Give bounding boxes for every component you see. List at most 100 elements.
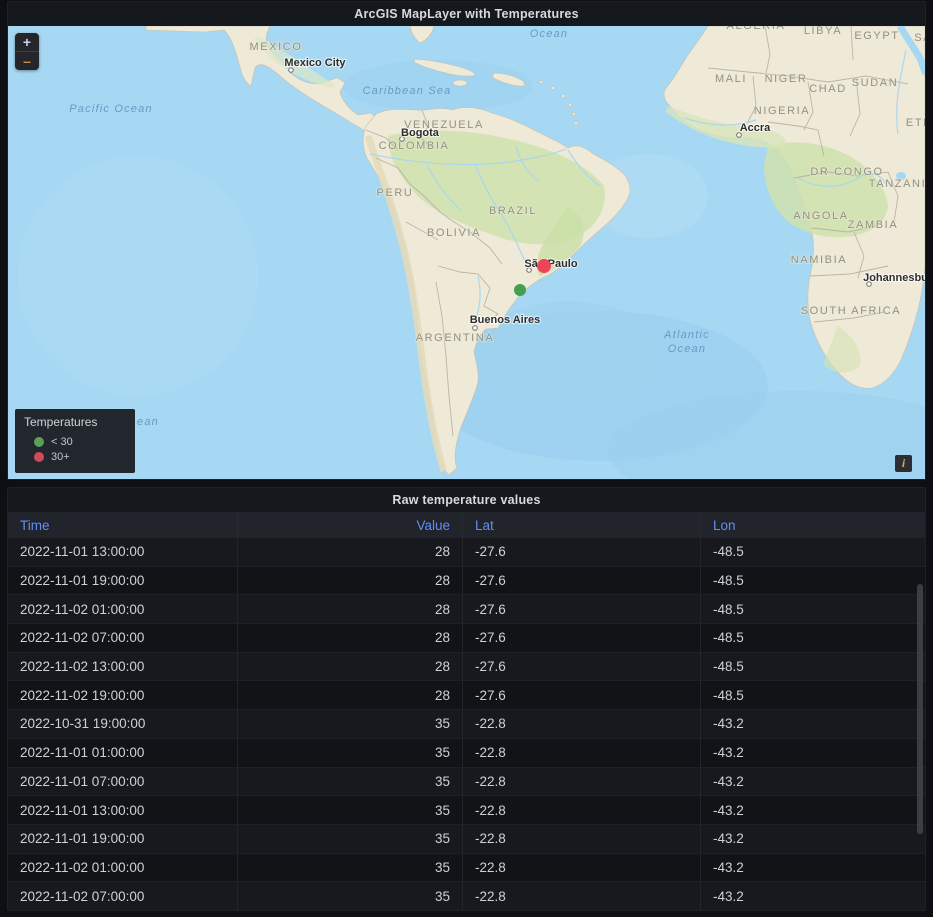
cell-lat: -22.8 (463, 796, 701, 824)
cell-time: 2022-10-31 19:00:00 (8, 710, 238, 738)
cell-value: 35 (238, 796, 463, 824)
water-label: Ocean (530, 28, 568, 40)
country-label: ZAMBIA (848, 219, 899, 231)
cell-time: 2022-11-01 19:00:00 (8, 825, 238, 853)
column-header-time[interactable]: Time (8, 512, 238, 538)
cell-time: 2022-11-01 13:00:00 (8, 538, 238, 566)
country-label: DR CONGO (810, 166, 883, 178)
map-attribution-info-button[interactable]: i (895, 455, 912, 472)
column-header-value[interactable]: Value (238, 512, 463, 538)
map-panel-title[interactable]: ArcGIS MapLayer with Temperatures (8, 2, 925, 26)
city-label: Accra (740, 122, 771, 134)
table-row: 2022-11-01 13:00:0028-27.6-48.5 (8, 538, 925, 567)
cell-time: 2022-11-02 07:00:00 (8, 882, 238, 910)
cell-lon: -43.2 (701, 768, 925, 796)
marker-below30-coast[interactable] (514, 284, 526, 296)
table-row: 2022-11-02 01:00:0028-27.6-48.5 (8, 595, 925, 624)
country-label: SAUDI (914, 32, 925, 44)
water-label: Pacific Ocean (69, 103, 152, 115)
zoom-in-button[interactable]: + (15, 33, 39, 51)
cell-lat: -22.8 (463, 854, 701, 882)
cell-lat: -27.6 (463, 567, 701, 595)
cell-lat: -27.6 (463, 595, 701, 623)
cell-lat: -27.6 (463, 681, 701, 709)
cell-value: 28 (238, 653, 463, 681)
table-row: 2022-11-01 01:00:0035-22.8-43.2 (8, 739, 925, 768)
cell-lat: -22.8 (463, 710, 701, 738)
cell-lon: -48.5 (701, 624, 925, 652)
table-row: 2022-11-01 13:00:0035-22.8-43.2 (8, 796, 925, 825)
cell-lon: -48.5 (701, 595, 925, 623)
column-header-lon[interactable]: Lon (701, 512, 925, 538)
country-label: ETHIOPIA (906, 117, 925, 129)
table-row: 2022-11-02 07:00:0028-27.6-48.5 (8, 624, 925, 653)
map-legend: Temperatures < 3030+ (15, 409, 135, 473)
country-label: MALI (715, 73, 747, 85)
cell-lon: -43.2 (701, 710, 925, 738)
country-label: ALGERIA (727, 26, 786, 32)
cell-time: 2022-11-01 13:00:00 (8, 796, 238, 824)
table-panel-title[interactable]: Raw temperature values (8, 488, 925, 512)
city-label: São Paulo (524, 258, 577, 270)
water-label: Ocean (668, 343, 706, 355)
cell-lon: -48.5 (701, 567, 925, 595)
cell-time: 2022-11-01 19:00:00 (8, 567, 238, 595)
country-label: SOUTH AFRICA (801, 305, 902, 317)
cell-time: 2022-11-02 07:00:00 (8, 624, 238, 652)
table-row: 2022-11-01 19:00:0028-27.6-48.5 (8, 567, 925, 596)
table-row: 2022-10-31 19:00:0035-22.8-43.2 (8, 710, 925, 739)
country-label: BOLIVIA (427, 227, 481, 239)
cell-lat: -22.8 (463, 882, 701, 910)
city-label: Bogota (401, 127, 440, 139)
cell-time: 2022-11-01 01:00:00 (8, 739, 238, 767)
table-scrollbar[interactable] (917, 584, 923, 834)
table-header-row: TimeValueLatLon (8, 512, 925, 538)
country-label: TANZANIA (869, 178, 925, 190)
cell-value: 35 (238, 825, 463, 853)
cell-lon: -43.2 (701, 882, 925, 910)
cell-value: 35 (238, 768, 463, 796)
cell-lon: -48.5 (701, 653, 925, 681)
country-label: MEXICO (250, 41, 303, 53)
cell-lon: -43.2 (701, 796, 925, 824)
cell-lat: -22.8 (463, 825, 701, 853)
cell-value: 35 (238, 739, 463, 767)
cell-time: 2022-11-02 13:00:00 (8, 653, 238, 681)
column-header-lat[interactable]: Lat (463, 512, 701, 538)
cell-value: 35 (238, 854, 463, 882)
cell-lat: -27.6 (463, 538, 701, 566)
legend-items: < 3030+ (24, 434, 126, 464)
country-label: PERU (377, 187, 414, 199)
cell-lon: -43.2 (701, 854, 925, 882)
cell-lon: -43.2 (701, 825, 925, 853)
water-label: Caribbean Sea (363, 85, 452, 97)
legend-title: Temperatures (24, 415, 126, 429)
legend-color-dot (34, 437, 44, 447)
zoom-out-button[interactable]: – (15, 52, 39, 70)
legend-color-dot (34, 452, 44, 462)
jamaica-island (453, 80, 467, 86)
cell-value: 35 (238, 882, 463, 910)
country-label: BRAZIL (489, 205, 537, 217)
world-map: MEXICOVENEZUELACOLOMBIAPERUBRAZILBOLIVIA… (8, 26, 925, 479)
cell-lon: -48.5 (701, 681, 925, 709)
cell-value: 28 (238, 538, 463, 566)
country-label: ANGOLA (793, 210, 848, 222)
cell-lat: -27.6 (463, 653, 701, 681)
table-row: 2022-11-02 01:00:0035-22.8-43.2 (8, 854, 925, 883)
city-label: Mexico City (284, 57, 346, 69)
city-label: Buenos Aires (470, 314, 541, 326)
legend-item: < 30 (24, 434, 126, 449)
map-canvas[interactable]: MEXICOVENEZUELACOLOMBIAPERUBRAZILBOLIVIA… (8, 26, 925, 479)
country-label: SUDAN (852, 77, 899, 89)
table-row: 2022-11-02 19:00:0028-27.6-48.5 (8, 681, 925, 710)
table: TimeValueLatLon 2022-11-01 13:00:0028-27… (8, 512, 925, 910)
cell-time: 2022-11-02 19:00:00 (8, 681, 238, 709)
city-label: Johannesburg (863, 272, 925, 284)
cell-time: 2022-11-01 07:00:00 (8, 768, 238, 796)
country-label: ARGENTINA (416, 332, 495, 344)
country-label: COLOMBIA (379, 140, 450, 152)
cell-value: 28 (238, 595, 463, 623)
table-row: 2022-11-01 19:00:0035-22.8-43.2 (8, 825, 925, 854)
marker-30plus-sao-paulo[interactable] (537, 259, 551, 273)
